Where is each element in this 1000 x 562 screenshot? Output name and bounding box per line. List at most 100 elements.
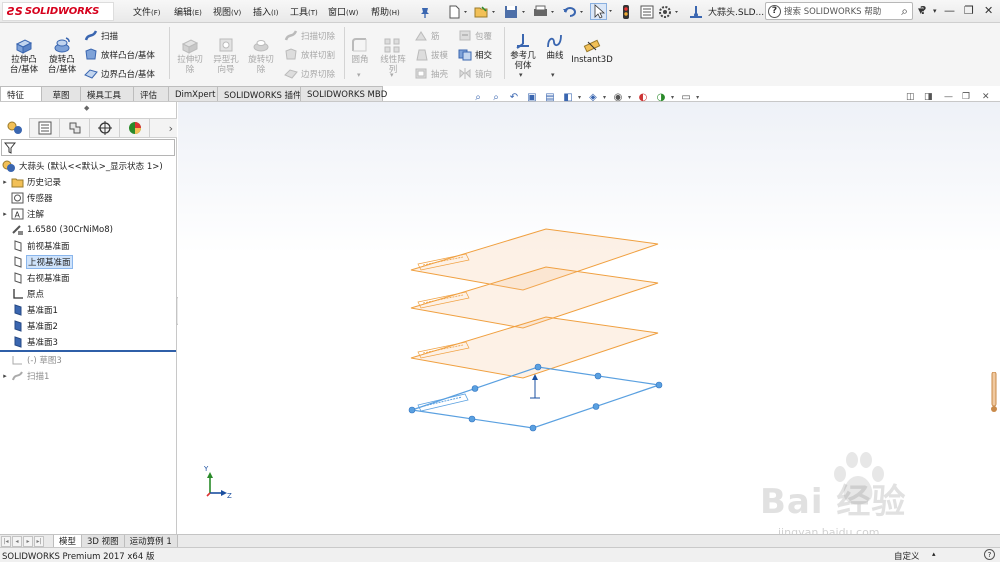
select-arrow-icon[interactable] — [590, 3, 616, 20]
expand-arrow-icon[interactable]: ▸ — [0, 178, 10, 186]
restore-window-icon[interactable]: ❐ — [964, 4, 974, 17]
shell-button[interactable]: 抽壳 — [414, 67, 448, 80]
tree-item-top-plane[interactable]: 上视基准面 — [0, 254, 73, 270]
tab-mold-tools[interactable]: 模具工具 — [80, 86, 134, 102]
tab-evaluate[interactable]: 评估 — [133, 86, 169, 102]
file-properties-icon[interactable] — [640, 3, 654, 20]
tree-item-plane2[interactable]: 基准面2 — [0, 318, 58, 334]
display-manager-tab[interactable] — [120, 118, 150, 138]
tab-dimxpert[interactable]: DimXpert — [168, 86, 218, 102]
extrude-boss-button[interactable]: 拉伸凸 台/基体 — [7, 36, 41, 75]
menu-insert[interactable]: 插入(I) — [253, 5, 279, 18]
pin-icon[interactable] — [419, 3, 431, 20]
print-icon[interactable] — [533, 3, 557, 20]
plane1-preview[interactable] — [410, 316, 659, 379]
boundary-cut-button[interactable]: 边界切除 — [284, 67, 335, 80]
loft-boss-button[interactable]: 放样凸台/基体 — [84, 48, 155, 61]
viewport-close-icon[interactable]: ✕ — [982, 92, 990, 102]
help-menu-icon[interactable]: ? — [920, 4, 926, 17]
new-document-icon[interactable] — [448, 3, 470, 20]
tree-item-origin[interactable]: 原点 — [0, 286, 44, 302]
menu-tools[interactable]: 工具(T) — [290, 5, 318, 18]
linear-pattern-button[interactable]: 线性阵 列 — [376, 36, 410, 75]
viewport-restore-icon[interactable]: ❐ — [962, 92, 970, 102]
viewport-tile-icon[interactable]: ◫ — [906, 92, 915, 102]
help-dropdown-icon[interactable]: ▾ — [933, 7, 937, 15]
status-units-text[interactable]: 自定义 — [894, 550, 920, 562]
property-manager-tab[interactable] — [30, 118, 60, 138]
tree-item-right-plane[interactable]: 右视基准面 — [0, 270, 70, 286]
reference-geometry-button[interactable]: 参考几 何体 — [507, 32, 539, 71]
menu-view[interactable]: 视图(V) — [213, 5, 241, 18]
scene-dropdown-icon[interactable]: ▾ — [671, 94, 674, 101]
revolve-cut-button[interactable]: 旋转切 除 — [244, 36, 278, 75]
display-style-dropdown-icon[interactable]: ▾ — [603, 94, 606, 101]
sweep-button[interactable]: 扫描 — [84, 29, 118, 42]
sweep-cut-button[interactable]: 扫描切除 — [284, 29, 335, 42]
boundary-boss-button[interactable]: 边界凸台/基体 — [84, 67, 155, 80]
tab-solidworks-mbd[interactable]: SOLIDWORKS MBD — [300, 86, 387, 102]
menu-help[interactable]: 帮助(H) — [371, 5, 400, 18]
tree-item-sketch3[interactable]: (-) 草图3 — [0, 352, 62, 368]
reference-triad[interactable]: Y Z — [203, 465, 232, 500]
fillet-dropdown-icon[interactable]: ▾ — [357, 71, 361, 79]
help-search-field[interactable]: ? 搜索 SOLIDWORKS 帮助 ⌕ — [765, 2, 913, 20]
extrude-cut-button[interactable]: 拉伸切 除 — [173, 36, 207, 75]
draft-button[interactable]: 拔模 — [414, 48, 448, 61]
tree-item-plane1[interactable]: 基准面1 — [0, 302, 58, 318]
status-help-icon[interactable]: ? — [984, 549, 995, 560]
task-pane-handle-icon[interactable] — [990, 372, 998, 414]
open-document-icon[interactable] — [474, 3, 498, 20]
expand-arrow-icon[interactable]: ▸ — [0, 372, 10, 380]
mirror-button[interactable]: 镜向 — [458, 67, 492, 80]
prev-tab-arrow-icon[interactable]: ◂ — [12, 535, 22, 547]
feature-manager-tree-tab[interactable] — [0, 118, 30, 138]
curves-dropdown-icon[interactable]: ▾ — [551, 71, 555, 79]
loft-cut-button[interactable]: 放样切割 — [284, 48, 335, 61]
traffic-light-icon[interactable] — [621, 3, 631, 20]
configuration-manager-tab[interactable] — [60, 118, 90, 138]
tree-item-sweep1[interactable]: ▸ 扫描1 — [0, 368, 49, 384]
tab-3d-views[interactable]: 3D 视图 — [81, 534, 125, 548]
hide-show-dropdown-icon[interactable]: ▾ — [628, 94, 631, 101]
feature-tree-filter[interactable] — [1, 139, 175, 156]
panel-grip-icon[interactable]: ◆ — [84, 104, 92, 112]
fillet-button[interactable]: 圆角 — [347, 36, 373, 65]
solidworks-logo[interactable]: ƧS SOLIDWORKS — [2, 2, 114, 21]
menu-file[interactable]: 文件(F) — [133, 5, 161, 18]
save-icon[interactable] — [504, 3, 528, 20]
instant3d-button[interactable]: Instant3D — [571, 36, 613, 65]
tree-item-annotations[interactable]: ▸ A 注解 — [0, 206, 44, 222]
options-gear-icon[interactable] — [658, 3, 682, 20]
tab-solidworks-addins[interactable]: SOLIDWORKS 插件 — [217, 86, 302, 102]
pattern-dropdown-icon[interactable]: ▾ — [390, 71, 394, 79]
minimize-window-icon[interactable]: — — [944, 4, 955, 17]
last-tab-arrow-icon[interactable]: ▸| — [34, 535, 44, 547]
units-dropdown-icon[interactable]: ▴ — [932, 550, 936, 558]
search-icon[interactable]: ⌕ — [901, 4, 908, 19]
rib-button[interactable]: 筋 — [414, 29, 440, 42]
menu-window[interactable]: 窗口(W) — [328, 5, 358, 18]
intersect-button[interactable]: 相交 — [458, 48, 492, 61]
curves-button[interactable]: 曲线 — [542, 32, 568, 61]
tree-item-front-plane[interactable]: 前视基准面 — [0, 238, 70, 254]
tab-model[interactable]: 模型 — [53, 534, 83, 548]
tree-root-part[interactable]: 大蒜头 (默认<<默认>_显示状态 1>) — [2, 158, 163, 174]
first-tab-arrow-icon[interactable]: |◂ — [1, 535, 11, 547]
expand-arrow-icon[interactable]: ▸ — [0, 210, 10, 218]
tree-item-plane3[interactable]: 基准面3 — [0, 334, 58, 350]
view-settings-dropdown-icon[interactable]: ▾ — [696, 94, 699, 101]
hole-wizard-button[interactable]: 异型孔 向导 — [209, 36, 243, 75]
viewport-split-icon[interactable]: ◨ — [924, 92, 933, 102]
tab-features[interactable]: 特征 — [0, 86, 42, 102]
tab-motion-study-1[interactable]: 运动算例 1 — [123, 534, 178, 548]
revolve-boss-button[interactable]: 旋转凸 台/基体 — [44, 36, 80, 75]
view-orientation-dropdown-icon[interactable]: ▾ — [578, 94, 581, 101]
tree-item-material[interactable]: 1.6580 (30CrNiMo8) — [0, 222, 113, 238]
menu-edit[interactable]: 编辑(E) — [174, 5, 202, 18]
rollback-bar[interactable] — [0, 350, 176, 352]
ref-geometry-dropdown-icon[interactable]: ▾ — [519, 71, 523, 79]
undo-icon[interactable] — [562, 3, 586, 20]
viewport-minimize-icon[interactable]: — — [944, 92, 953, 102]
more-tabs-chevron-icon[interactable]: › — [169, 122, 173, 135]
